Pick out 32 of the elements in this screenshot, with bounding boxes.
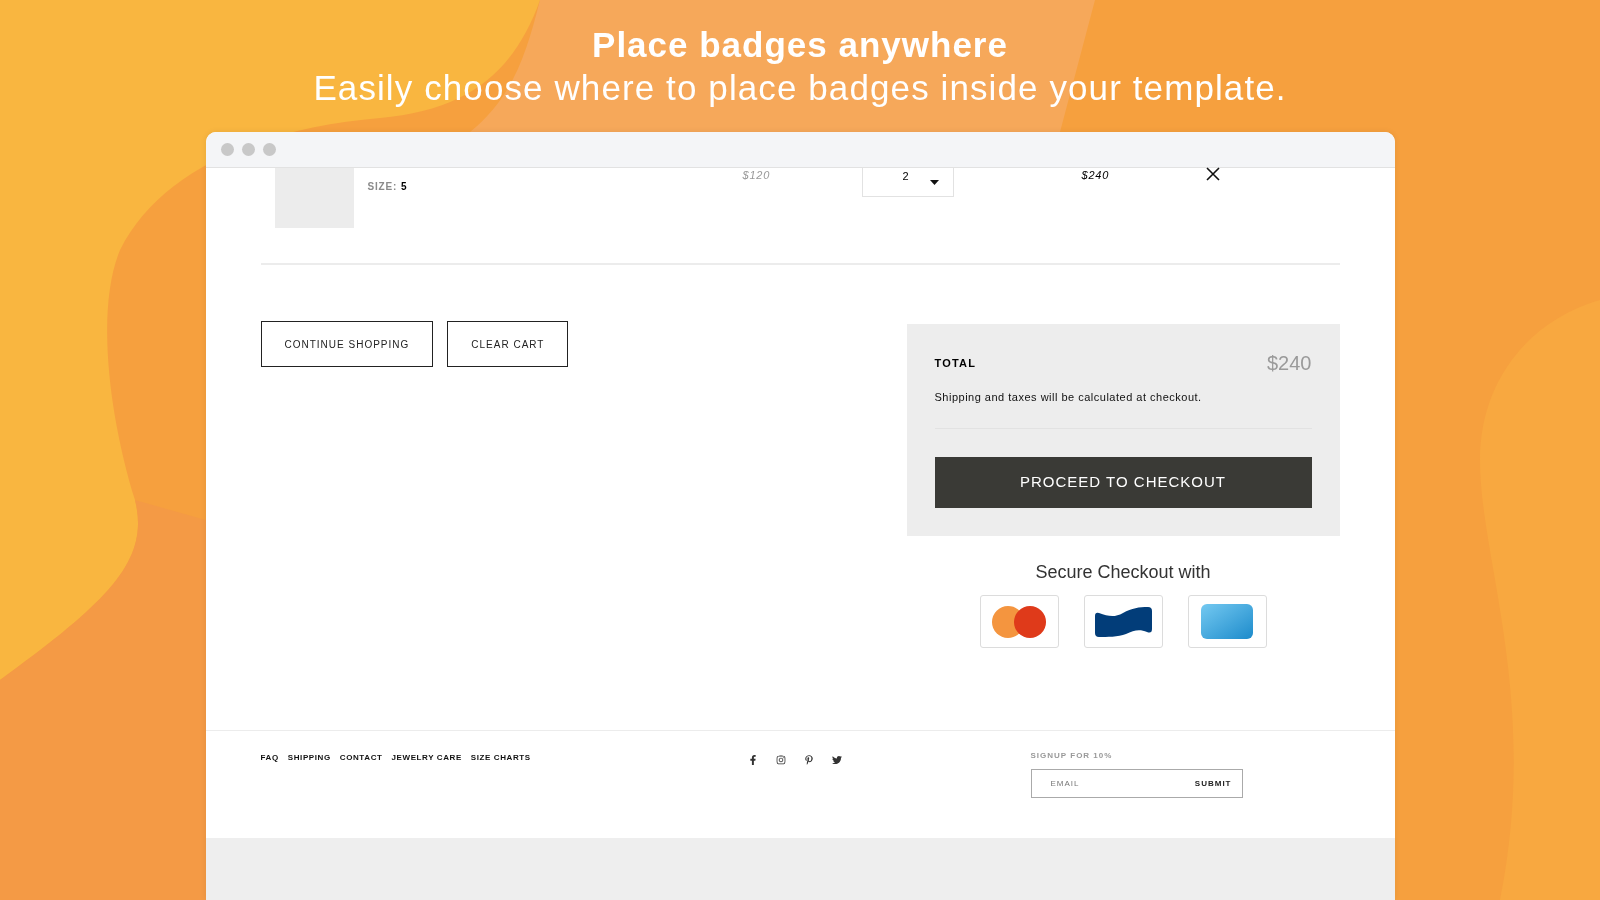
- line-total: $240: [1081, 168, 1110, 182]
- email-field[interactable]: EMAIL: [1050, 777, 1195, 790]
- unit-price: $120: [742, 168, 771, 182]
- clear-cart-button[interactable]: CLEAR CART: [447, 321, 569, 367]
- footer-link[interactable]: CONTACT: [339, 753, 383, 763]
- size-label: SIZE:: [367, 181, 398, 193]
- twitter-icon[interactable]: [831, 755, 842, 765]
- shipping-note: Shipping and taxes will be calculated at checkout.: [934, 390, 1203, 404]
- wave-icon: [1094, 606, 1152, 637]
- total-amount: $240: [1267, 351, 1312, 375]
- email-signup-box[interactable]: EMAIL SUBMIT: [1030, 769, 1243, 798]
- instagram-icon[interactable]: [775, 755, 786, 765]
- footer-link[interactable]: FAQ: [260, 753, 279, 763]
- signup-label: SIGNUP FOR 10%: [1030, 751, 1114, 761]
- close-icon[interactable]: [1205, 167, 1220, 181]
- total-label: TOTAL: [934, 355, 977, 371]
- footer-link[interactable]: SIZE CHARTS: [470, 753, 531, 763]
- footer-link[interactable]: SHIPPING: [287, 753, 331, 763]
- card-icon: [1201, 604, 1253, 639]
- page-title: Place badges anywhere: [592, 24, 1008, 66]
- checkout-button[interactable]: PROCEED TO CHECKOUT: [934, 457, 1312, 508]
- continue-shopping-button[interactable]: CONTINUE SHOPPING: [260, 321, 434, 367]
- quantity-select[interactable]: 2: [861, 168, 954, 197]
- submit-button[interactable]: SUBMIT: [1194, 777, 1232, 790]
- footer-link[interactable]: JEWELRY CARE: [391, 753, 462, 763]
- size-value: 5: [401, 181, 408, 193]
- caret-down-icon: [929, 180, 939, 185]
- page-subtitle: Easily choose where to place badges inside your template.: [313, 67, 1287, 109]
- pinterest-icon[interactable]: [803, 755, 814, 765]
- secure-checkout-title: Secure Checkout with: [1035, 561, 1211, 583]
- overlapping-circles-icon: [992, 605, 1046, 638]
- facebook-icon[interactable]: [747, 755, 758, 765]
